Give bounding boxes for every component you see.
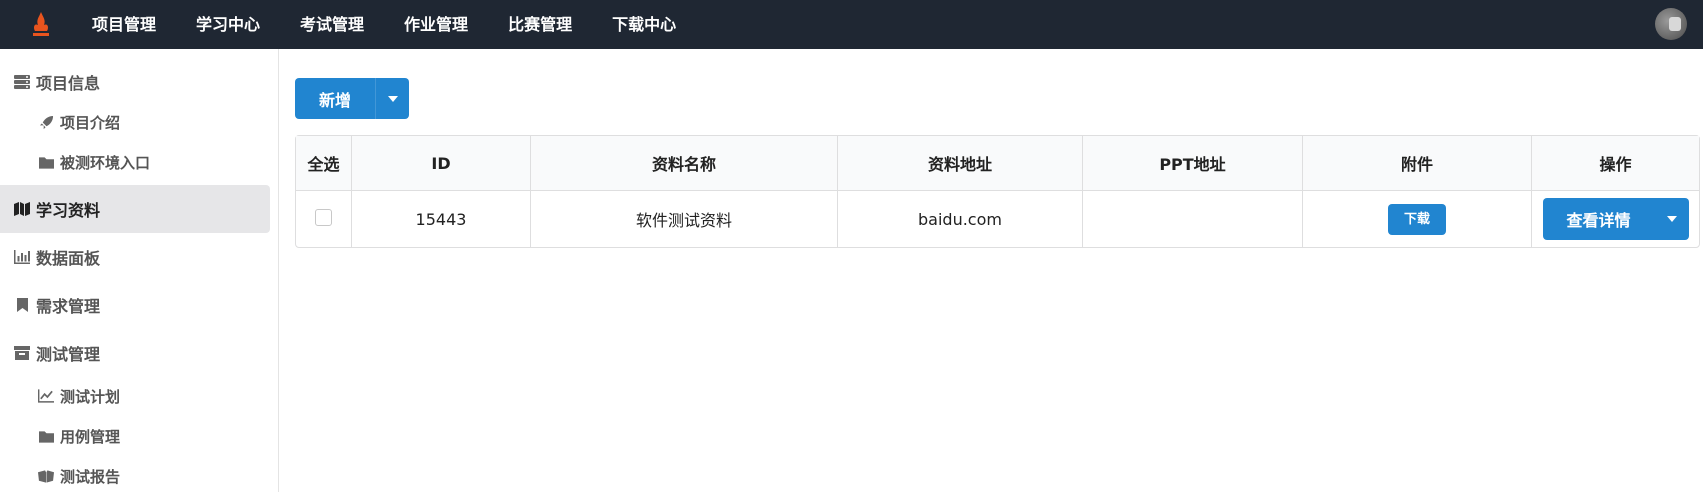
download-button[interactable]: 下载 xyxy=(1387,203,1446,235)
column-header-material-name: 资料名称 xyxy=(531,136,838,191)
select-all-header[interactable]: 全选 xyxy=(296,136,352,191)
sidebar-item-label: 用例管理 xyxy=(60,427,121,446)
sidebar-item-label: 数据面板 xyxy=(36,249,101,268)
map-icon xyxy=(14,201,30,217)
sidebar-item-learning-materials[interactable]: 学习资料 xyxy=(0,185,270,233)
sidebar-item-label: 测试管理 xyxy=(36,345,101,364)
book-icon xyxy=(38,468,54,484)
line-chart-icon xyxy=(38,388,54,404)
rocket-icon xyxy=(38,114,54,130)
nav-item-download-center[interactable]: 下载中心 xyxy=(592,0,696,49)
sidebar-item-label: 测试计划 xyxy=(60,387,121,406)
table-row: 15443 软件测试资料 baidu.com 下载 查看详情 xyxy=(296,191,1699,247)
view-details-dropdown-button[interactable]: 查看详情 xyxy=(1542,198,1689,240)
sidebar: 项目信息 项目介绍 被测环境入口 学习资料 数据面板 需求管理 测试管理 测试计… xyxy=(0,49,279,492)
table-header-row: 全选 ID 资料名称 资料地址 PPT地址 附件 操作 xyxy=(296,136,1699,191)
add-dropdown-button[interactable]: 新增 xyxy=(295,78,409,119)
materials-table: 全选 ID 资料名称 资料地址 PPT地址 附件 操作 15443 软件测试资料… xyxy=(295,135,1700,248)
cell-actions: 查看详情 xyxy=(1532,191,1699,247)
sidebar-item-data-panel[interactable]: 数据面板 xyxy=(0,233,270,281)
app-logo[interactable] xyxy=(18,0,64,49)
cell-attachment: 下载 xyxy=(1303,191,1532,247)
cell-material-address: baidu.com xyxy=(838,191,1083,247)
sidebar-item-requirements[interactable]: 需求管理 xyxy=(0,281,270,329)
column-header-ppt-address: PPT地址 xyxy=(1083,136,1303,191)
column-header-material-address: 资料地址 xyxy=(838,136,1083,191)
nav-item-exam-management[interactable]: 考试管理 xyxy=(280,0,384,49)
server-icon xyxy=(14,74,30,90)
cell-id: 15443 xyxy=(352,191,531,247)
folder-icon xyxy=(38,154,54,170)
column-header-attachment: 附件 xyxy=(1303,136,1532,191)
chevron-down-icon[interactable] xyxy=(1655,198,1689,240)
archive-icon xyxy=(14,345,30,361)
sidebar-item-label: 需求管理 xyxy=(36,297,101,316)
sidebar-item-label: 学习资料 xyxy=(36,201,101,220)
nav-item-project-management[interactable]: 项目管理 xyxy=(72,0,176,49)
chevron-down-icon[interactable] xyxy=(375,78,409,119)
top-nav-bar: 项目管理 学习中心 考试管理 作业管理 比赛管理 下载中心 xyxy=(0,0,1703,49)
sidebar-item-test-management[interactable]: 测试管理 xyxy=(0,329,270,377)
cell-material-name: 软件测试资料 xyxy=(531,191,838,247)
column-header-id: ID xyxy=(352,136,531,191)
row-checkbox[interactable] xyxy=(315,208,332,226)
folder-icon xyxy=(38,428,54,444)
view-details-label[interactable]: 查看详情 xyxy=(1543,198,1655,240)
row-select-cell xyxy=(296,191,352,247)
nav-item-competition-management[interactable]: 比赛管理 xyxy=(488,0,592,49)
sidebar-item-project-intro[interactable]: 项目介绍 xyxy=(0,102,270,142)
sidebar-item-label: 测试报告 xyxy=(60,467,121,486)
sidebar-item-case-management[interactable]: 用例管理 xyxy=(0,416,270,456)
add-button-label[interactable]: 新增 xyxy=(295,78,375,119)
column-header-actions: 操作 xyxy=(1532,136,1699,191)
user-avatar[interactable] xyxy=(1655,8,1687,40)
sidebar-item-project-info[interactable]: 项目信息 xyxy=(0,58,270,106)
main-nav: 项目管理 学习中心 考试管理 作业管理 比赛管理 下载中心 xyxy=(72,0,696,49)
nav-item-learning-center[interactable]: 学习中心 xyxy=(176,0,280,49)
sidebar-item-label: 被测环境入口 xyxy=(60,153,151,172)
cell-ppt-address xyxy=(1083,191,1303,247)
sidebar-item-test-env-entry[interactable]: 被测环境入口 xyxy=(0,142,270,182)
sidebar-item-test-report[interactable]: 测试报告 xyxy=(0,456,270,496)
bookmark-icon xyxy=(14,297,30,313)
sidebar-item-label: 项目信息 xyxy=(36,74,101,93)
nav-item-homework-management[interactable]: 作业管理 xyxy=(384,0,488,49)
sidebar-item-test-plan[interactable]: 测试计划 xyxy=(0,376,270,416)
sidebar-item-label: 项目介绍 xyxy=(60,113,121,132)
bar-chart-icon xyxy=(14,249,30,265)
